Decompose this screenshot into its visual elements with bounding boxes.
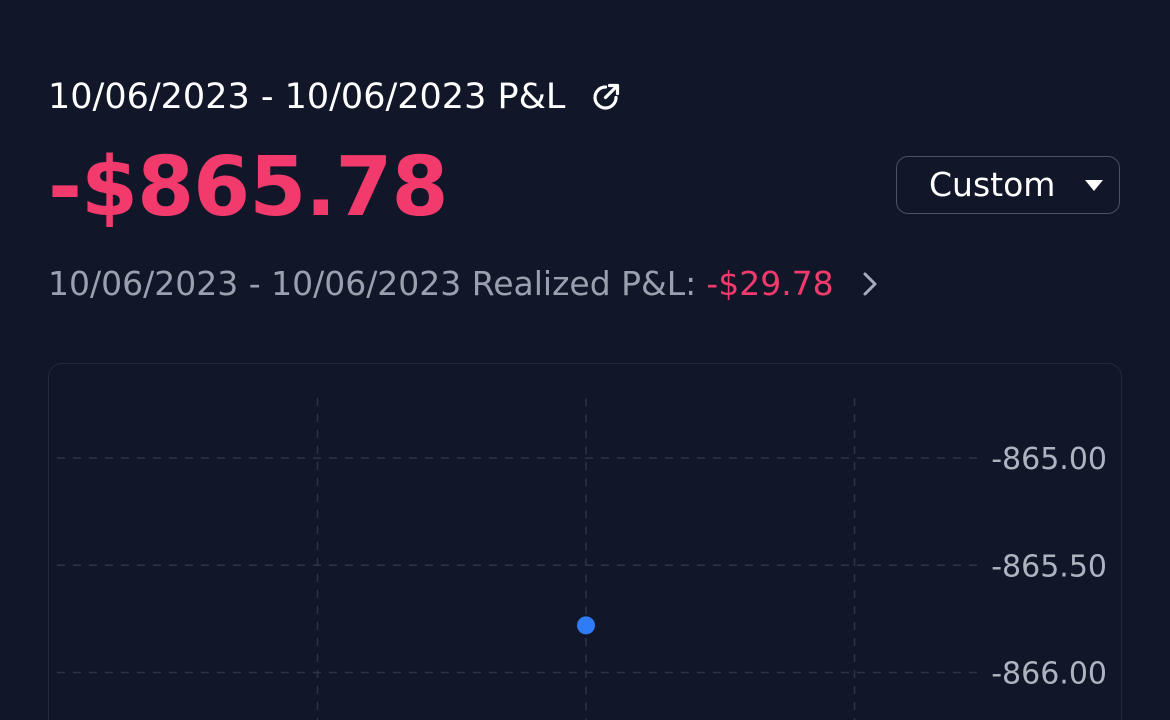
chevron-right-icon bbox=[858, 269, 882, 299]
share-icon[interactable] bbox=[587, 78, 625, 116]
pnl-screen: 10/06/2023 - 10/06/2023 P&L -$865.78 Cus… bbox=[0, 0, 1170, 720]
realized-pnl-label: 10/06/2023 - 10/06/2023 Realized P&L: bbox=[48, 264, 697, 303]
pnl-chart: -865.00 -865.50 -866.00 bbox=[57, 398, 1107, 720]
realized-pnl-link[interactable]: 10/06/2023 - 10/06/2023 Realized P&L: -$… bbox=[48, 262, 882, 306]
y-axis-tick-label: -866.00 bbox=[991, 657, 1107, 692]
custom-range-button[interactable]: Custom bbox=[896, 156, 1120, 214]
pnl-data-point[interactable] bbox=[577, 616, 595, 635]
realized-pnl-value: -$29.78 bbox=[706, 264, 834, 303]
pnl-chart-card: -865.00 -865.50 -866.00 bbox=[48, 363, 1122, 720]
y-axis-tick-label: -865.00 bbox=[991, 442, 1107, 477]
chevron-down-icon bbox=[1083, 176, 1105, 194]
pnl-header: 10/06/2023 - 10/06/2023 P&L bbox=[48, 76, 625, 118]
y-axis-tick-label: -865.50 bbox=[991, 549, 1107, 584]
share-icon-graphic bbox=[593, 83, 620, 110]
pnl-period-title: 10/06/2023 - 10/06/2023 P&L bbox=[48, 77, 566, 117]
total-pnl-amount: -$865.78 bbox=[48, 140, 449, 235]
range-button-label: Custom bbox=[929, 165, 1056, 204]
